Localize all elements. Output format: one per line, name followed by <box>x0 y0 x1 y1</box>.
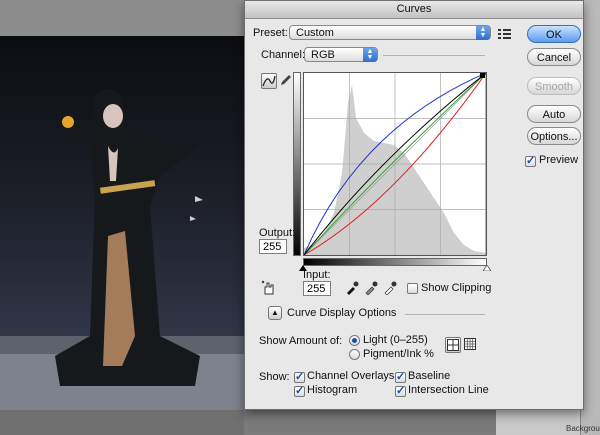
curve-display-options-label: Curve Display Options <box>287 307 397 319</box>
options-button[interactable]: Options... <box>527 127 581 145</box>
auto-button[interactable]: Auto <box>527 105 581 123</box>
pigment-label: Pigment/Ink % <box>363 348 434 360</box>
cancel-button[interactable]: Cancel <box>527 48 581 66</box>
input-field[interactable] <box>303 281 331 296</box>
input-label: Input: <box>303 269 331 281</box>
show-label: Show: <box>259 371 290 383</box>
curves-plot <box>303 72 487 256</box>
input-gradient-bar <box>303 258 487 266</box>
baseline-checkbox[interactable] <box>395 370 406 383</box>
grid-10-icon[interactable] <box>463 337 479 353</box>
light-radio[interactable] <box>349 335 360 346</box>
preset-value: Custom <box>296 27 334 39</box>
target-adjust-hand-icon[interactable] <box>261 280 277 296</box>
white-point-slider[interactable] <box>483 265 491 271</box>
photo-woman-in-robe <box>0 88 244 410</box>
histogram-checkbox[interactable] <box>294 384 305 397</box>
output-field[interactable] <box>259 239 287 254</box>
channel-label: Channel: <box>261 49 306 61</box>
light-label: Light (0–255) <box>363 334 428 346</box>
canvas-bottom-area <box>0 410 244 435</box>
show-clipping-label: Show Clipping <box>421 282 492 294</box>
preset-label: Preset: <box>253 27 288 39</box>
pigment-radio[interactable] <box>349 349 360 360</box>
document-canvas[interactable] <box>0 36 244 410</box>
preset-select[interactable]: Custom ▲ ▼ <box>289 25 491 40</box>
show-clipping-checkbox[interactable] <box>407 283 418 294</box>
layer-name-partial: Backgroun <box>566 424 600 433</box>
output-label: Output: <box>259 227 296 239</box>
dialog-title[interactable]: Curves <box>245 1 583 19</box>
show-amount-label: Show Amount of: <box>259 335 343 347</box>
preset-options-icon[interactable] <box>498 28 512 40</box>
channel-overlays-checkbox[interactable] <box>294 370 305 383</box>
preview-checkbox[interactable] <box>525 154 536 167</box>
curves-dialog: Curves Preset: Custom ▲ ▼ Channel: RGB ▲ ▼ <box>244 0 584 410</box>
curves-graph[interactable] <box>303 72 487 256</box>
histogram-label: Histogram <box>307 384 358 396</box>
channel-value: RGB <box>311 49 335 61</box>
chevron-updown-icon: ▲ ▼ <box>476 26 490 40</box>
display-options-separator <box>405 314 485 315</box>
eyedropper-black-icon[interactable] <box>345 281 361 297</box>
baseline-label: Baseline <box>408 370 451 382</box>
eyedropper-gray-icon[interactable] <box>364 281 380 297</box>
curve-tool-icon[interactable] <box>261 73 277 89</box>
channel-select[interactable]: RGB ▲ ▼ <box>304 47 378 62</box>
preview-label: Preview <box>539 154 579 166</box>
intersection-line-checkbox[interactable] <box>395 384 406 397</box>
disclosure-triangle-icon[interactable]: ▲ <box>268 306 282 320</box>
smooth-button[interactable]: Smooth <box>527 77 581 95</box>
grid-4-icon[interactable] <box>445 337 461 353</box>
ok-button[interactable]: OK <box>527 25 581 43</box>
channel-overlays-label: Channel Overlays <box>307 370 395 382</box>
channel-separator <box>383 55 485 56</box>
chevron-updown-icon: ▲ ▼ <box>363 48 377 62</box>
curve-point[interactable] <box>480 73 485 78</box>
eyedropper-white-icon[interactable] <box>383 281 399 297</box>
intersection-line-label: Intersection Line <box>408 384 489 396</box>
